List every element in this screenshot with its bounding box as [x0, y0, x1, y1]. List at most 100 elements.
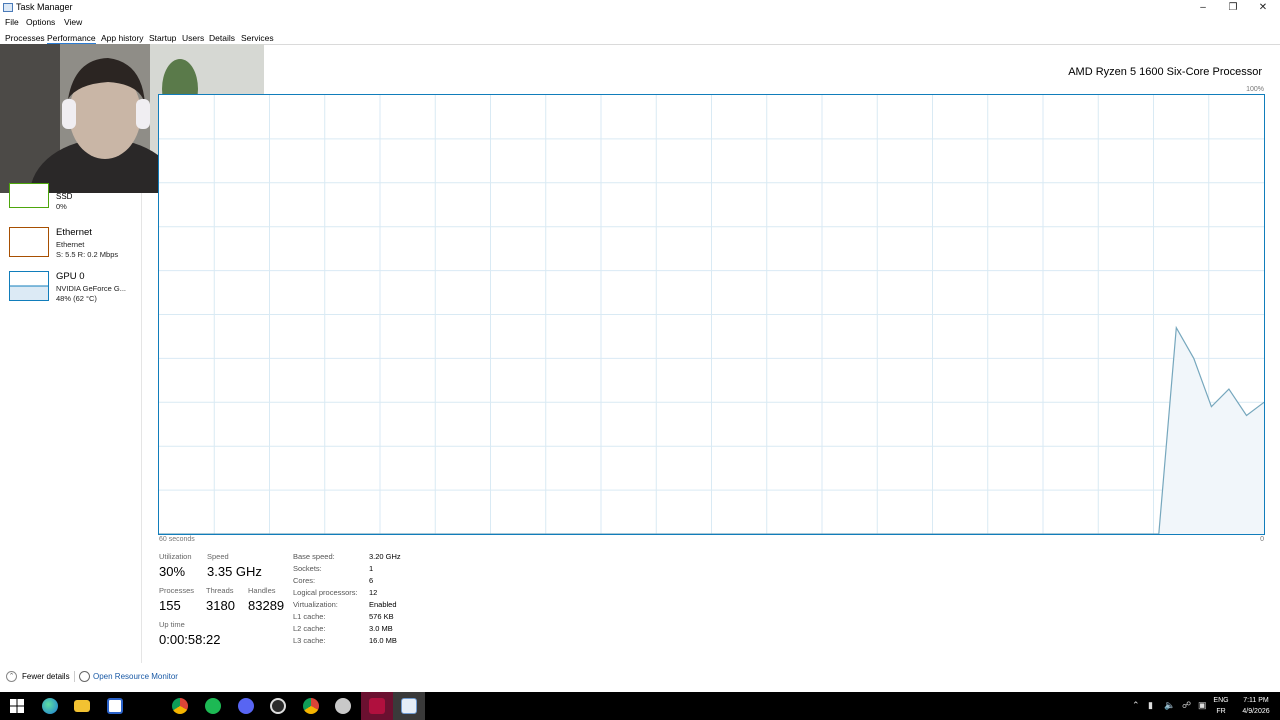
spec-label: L3 cache: — [293, 636, 326, 645]
spec-label: Logical processors: — [293, 588, 358, 597]
resource-monitor-icon — [79, 671, 90, 682]
spec-label: Base speed: — [293, 552, 335, 561]
battery-icon[interactable]: ▮ — [1148, 700, 1153, 711]
chrome-icon[interactable] — [172, 698, 188, 714]
tab-app-history[interactable]: App history — [101, 33, 144, 43]
fewer-details-link[interactable]: Fewer details — [22, 672, 70, 681]
edge-icon[interactable] — [42, 698, 58, 714]
spec-value: 1 — [369, 564, 374, 573]
handles-label: Handles — [248, 586, 276, 595]
handles-value: 83289 — [248, 598, 285, 613]
clock-time[interactable]: 7:11 PM — [1236, 697, 1276, 704]
region-indicator[interactable]: FR — [1210, 708, 1232, 715]
obs-icon[interactable] — [270, 698, 286, 714]
spec-label: Virtualization: — [293, 600, 338, 609]
stat-handles: Handles 83289 — [248, 586, 284, 613]
discord-icon[interactable] — [238, 698, 254, 714]
uptime-value: 0:00:58:22 — [159, 632, 221, 647]
sidebar-gpu-model: NVIDIA GeForce G... — [56, 284, 127, 293]
graph-max-label: 100% — [1246, 86, 1264, 93]
notification-icon[interactable]: ▣ — [1198, 700, 1207, 711]
stat-threads: Threads 3180 — [206, 586, 235, 613]
spec-value: 6 — [369, 576, 374, 585]
language-indicator[interactable]: ENG — [1210, 697, 1232, 704]
restore-button[interactable]: ❐ — [1218, 0, 1248, 15]
network-icon[interactable]: ☍ — [1182, 700, 1191, 711]
speed-value: 3.35 GHz — [207, 564, 262, 579]
chevron-up-icon[interactable]: ⌃ — [6, 671, 17, 682]
sidebar-ssd-usage: 0% — [56, 202, 67, 211]
cpu-graph-svg — [159, 95, 1264, 534]
stat-speed: Speed 3.35 GHz — [207, 552, 262, 579]
cpu-utilization-graph — [158, 94, 1265, 535]
speed-label: Speed — [207, 552, 229, 561]
stat-processes: Processes 155 — [159, 586, 194, 613]
window-title: Task Manager — [16, 2, 73, 12]
ssd-thumbnail — [9, 183, 49, 208]
spotify-icon[interactable] — [205, 698, 221, 714]
tab-users[interactable]: Users — [182, 33, 204, 43]
spec-label: L2 cache: — [293, 624, 326, 633]
ethernet-thumbnail — [9, 227, 49, 257]
open-resource-monitor-link[interactable]: Open Resource Monitor — [93, 672, 178, 681]
sidebar-gpu-usage: 48% (62 °C) — [56, 294, 97, 303]
resource-sidebar: SSD 0% Ethernet Ethernet S: 5.5 R: 0.2 M… — [0, 183, 142, 663]
processes-value: 155 — [159, 598, 181, 613]
utilization-value: 30% — [159, 564, 186, 579]
spec-label: Sockets: — [293, 564, 322, 573]
sidebar-ethernet-adapter: Ethernet — [56, 240, 85, 249]
tab-bar: Processes Performance App history Startu… — [0, 31, 1280, 45]
spec-value: 12 — [369, 588, 378, 597]
speaker-icon[interactable]: 🔈 — [1164, 700, 1175, 711]
title-bar: Task Manager – ❐ ✕ — [0, 0, 1280, 15]
sidebar-item-ssd[interactable]: SSD 0% — [0, 183, 140, 229]
utilization-label: Utilization — [159, 552, 192, 561]
close-button[interactable]: ✕ — [1248, 0, 1278, 15]
menu-options[interactable]: Options — [26, 17, 55, 27]
stat-utilization: Utilization 30% — [159, 552, 192, 579]
sidebar-gpu-label: GPU 0 — [56, 271, 85, 282]
chrome-profile-icon[interactable] — [303, 698, 319, 714]
gpu-thumbnail-graph — [10, 285, 48, 300]
chevron-up-icon[interactable]: ⌃ — [1132, 700, 1140, 711]
task-manager-icon[interactable] — [401, 698, 417, 714]
sidebar-item-gpu[interactable]: GPU 0 NVIDIA GeForce G... 48% (62 °C) — [0, 271, 140, 311]
processor-name: AMD Ryzen 5 1600 Six-Core Processor — [1068, 66, 1262, 78]
start-icon[interactable] — [9, 698, 25, 714]
tab-details[interactable]: Details — [209, 33, 235, 43]
file-explorer-icon[interactable] — [74, 700, 90, 712]
spec-value: Enabled — [369, 600, 397, 609]
sidebar-ethernet-throughput: S: 5.5 R: 0.2 Mbps — [56, 250, 119, 259]
spec-value: 3.20 GHz — [369, 552, 401, 561]
threads-value: 3180 — [206, 598, 235, 613]
tab-startup[interactable]: Startup — [149, 33, 176, 43]
stat-uptime: Up time 0:00:58:22 — [159, 620, 220, 647]
processes-label: Processes — [159, 586, 195, 595]
tab-services[interactable]: Services — [241, 33, 274, 43]
sidebar-item-ethernet[interactable]: Ethernet Ethernet S: 5.5 R: 0.2 Mbps — [0, 227, 140, 267]
spec-value: 576 KB — [369, 612, 394, 621]
footer-divider — [74, 671, 75, 682]
threads-label: Threads — [206, 586, 234, 595]
minimize-button[interactable]: – — [1188, 0, 1218, 15]
spec-label: Cores: — [293, 576, 316, 585]
uptime-label: Up time — [159, 620, 185, 629]
clock-date[interactable]: 4/9/2026 — [1236, 708, 1276, 715]
graph-min-label: 0 — [1260, 536, 1264, 543]
sidebar-ethernet-label: Ethernet — [56, 227, 92, 238]
footer-bar: ⌃ Fewer details Open Resource Monitor — [0, 668, 1280, 686]
spec-value: 16.0 MB — [369, 636, 397, 645]
tab-processes[interactable]: Processes — [5, 33, 45, 43]
sidebar-ssd-label: SSD — [56, 192, 73, 201]
graph-timespan-label: 60 seconds — [159, 536, 195, 543]
store-icon[interactable] — [107, 698, 123, 714]
gpu-thumbnail — [9, 271, 49, 301]
menu-file[interactable]: File — [5, 17, 19, 27]
app-icon[interactable] — [335, 698, 351, 714]
menu-view[interactable]: View — [64, 17, 82, 27]
spec-label: L1 cache: — [293, 612, 326, 621]
affinity-icon[interactable] — [369, 698, 385, 714]
taskbar: ⌃ ▮ 🔈 ☍ ▣ ENG FR 7:11 PM 4/9/2026 — [0, 692, 1280, 720]
spec-value: 3.0 MB — [369, 624, 393, 633]
task-manager-icon — [3, 3, 13, 12]
